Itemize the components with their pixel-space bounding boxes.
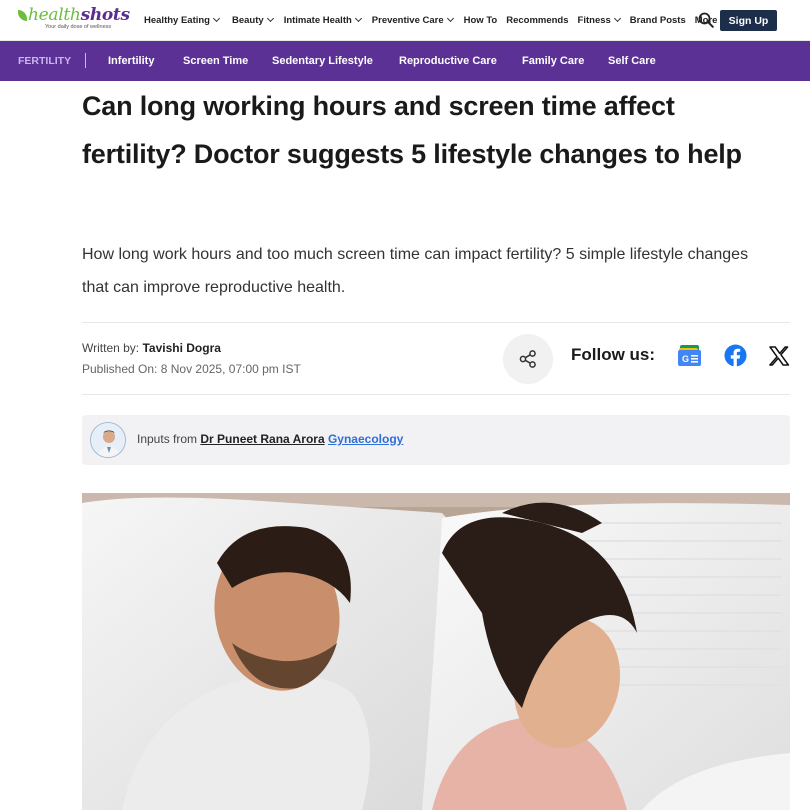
facebook-icon[interactable]	[724, 344, 747, 367]
logo-tagline: Your daily dose of wellness	[45, 24, 112, 30]
article-hero-image	[82, 493, 790, 810]
nav-item-label: Healthy Eating	[144, 14, 210, 26]
expert-inputs-box: Inputs from Dr Puneet Rana Arora Gynaeco…	[82, 415, 790, 465]
subnav-item-sedentary-lifestyle[interactable]: Sedentary Lifestyle	[272, 55, 373, 67]
divider	[82, 394, 790, 395]
healthshots-logo[interactable]: healthshots Your daily dose of wellness	[18, 5, 130, 36]
chevron-down-icon	[354, 14, 362, 23]
google-news-icon[interactable]: G	[677, 344, 702, 367]
nav-item-recommends[interactable]: Recommends	[506, 15, 568, 26]
article-summary: How long work hours and too much screen …	[82, 246, 749, 296]
nav-item-label: Recommends	[506, 14, 569, 26]
specialty-link[interactable]: Gynaecology	[328, 432, 403, 446]
subnav-item-infertility[interactable]: Infertility	[108, 55, 154, 67]
chevron-down-icon	[266, 14, 274, 23]
share-icon	[519, 350, 536, 368]
chevron-down-icon	[613, 14, 621, 23]
category-label[interactable]: FERTILITY	[18, 55, 71, 67]
author-prefix: Written by:	[82, 341, 143, 355]
subnav-divider	[85, 53, 86, 68]
nav-item-preventive-care[interactable]: Preventive Care	[371, 14, 454, 26]
logo-text-suffix: shots	[80, 5, 131, 25]
svg-text:G: G	[682, 354, 689, 364]
nav-item-beauty[interactable]: Beauty	[232, 14, 274, 26]
nav-item-intimate-health[interactable]: Intimate Health	[283, 14, 362, 26]
nav-item-label: Brand Posts	[629, 14, 686, 26]
search-icon[interactable]	[698, 12, 714, 28]
author-byline: Written by: Tavishi Dogra	[82, 341, 221, 355]
published-prefix: Published On:	[82, 362, 161, 376]
chevron-down-icon	[446, 14, 454, 23]
x-icon[interactable]	[768, 345, 790, 367]
logo-text-prefix: health	[28, 5, 81, 25]
nav-item-label: How To	[463, 14, 498, 26]
leaf-icon	[18, 10, 27, 21]
divider	[82, 322, 790, 323]
expert-avatar[interactable]	[90, 422, 126, 458]
category-subnav: FERTILITY Infertility Screen Time Sedent…	[0, 41, 810, 81]
expert-inputs-text: Inputs from Dr Puneet Rana Arora Gynaeco…	[137, 432, 403, 446]
nav-item-how-to[interactable]: How To	[464, 15, 498, 26]
expert-name-link[interactable]: Dr Puneet Rana Arora	[200, 432, 324, 446]
nav-item-label: Beauty	[232, 14, 264, 26]
couple-in-bed-illustration	[82, 493, 790, 810]
nav-item-label: Intimate Health	[283, 14, 352, 26]
subnav-item-screen-time[interactable]: Screen Time	[183, 55, 248, 67]
author-name[interactable]: Tavishi Dogra	[142, 341, 220, 355]
subnav-item-reproductive-care[interactable]: Reproductive Care	[399, 55, 497, 67]
share-button[interactable]	[503, 334, 553, 384]
main-nav: Healthy Eating Beauty Intimate Health Preve…	[144, 13, 728, 27]
sign-up-button[interactable]: Sign Up	[720, 10, 777, 31]
nav-item-healthy-eating[interactable]: Healthy Eating	[144, 14, 221, 26]
inputs-prefix: Inputs from	[137, 432, 201, 446]
published-value: 8 Nov 2025, 07:00 pm IST	[160, 362, 301, 376]
nav-item-label: Preventive Care	[371, 14, 444, 26]
nav-item-brand-posts[interactable]: Brand Posts	[630, 15, 686, 26]
article-headline: Can long working hours and screen time a…	[82, 91, 742, 169]
nav-item-label: Fitness	[577, 14, 611, 26]
published-date: Published On: 8 Nov 2025, 07:00 pm IST	[82, 362, 301, 376]
nav-item-fitness[interactable]: Fitness	[577, 14, 621, 26]
subnav-item-self-care[interactable]: Self Care	[608, 55, 656, 67]
top-header: healthshots Your daily dose of wellness …	[0, 0, 810, 41]
chevron-down-icon	[212, 14, 221, 23]
follow-us-label: Follow us:	[571, 345, 656, 364]
subnav-item-family-care[interactable]: Family Care	[522, 55, 584, 67]
